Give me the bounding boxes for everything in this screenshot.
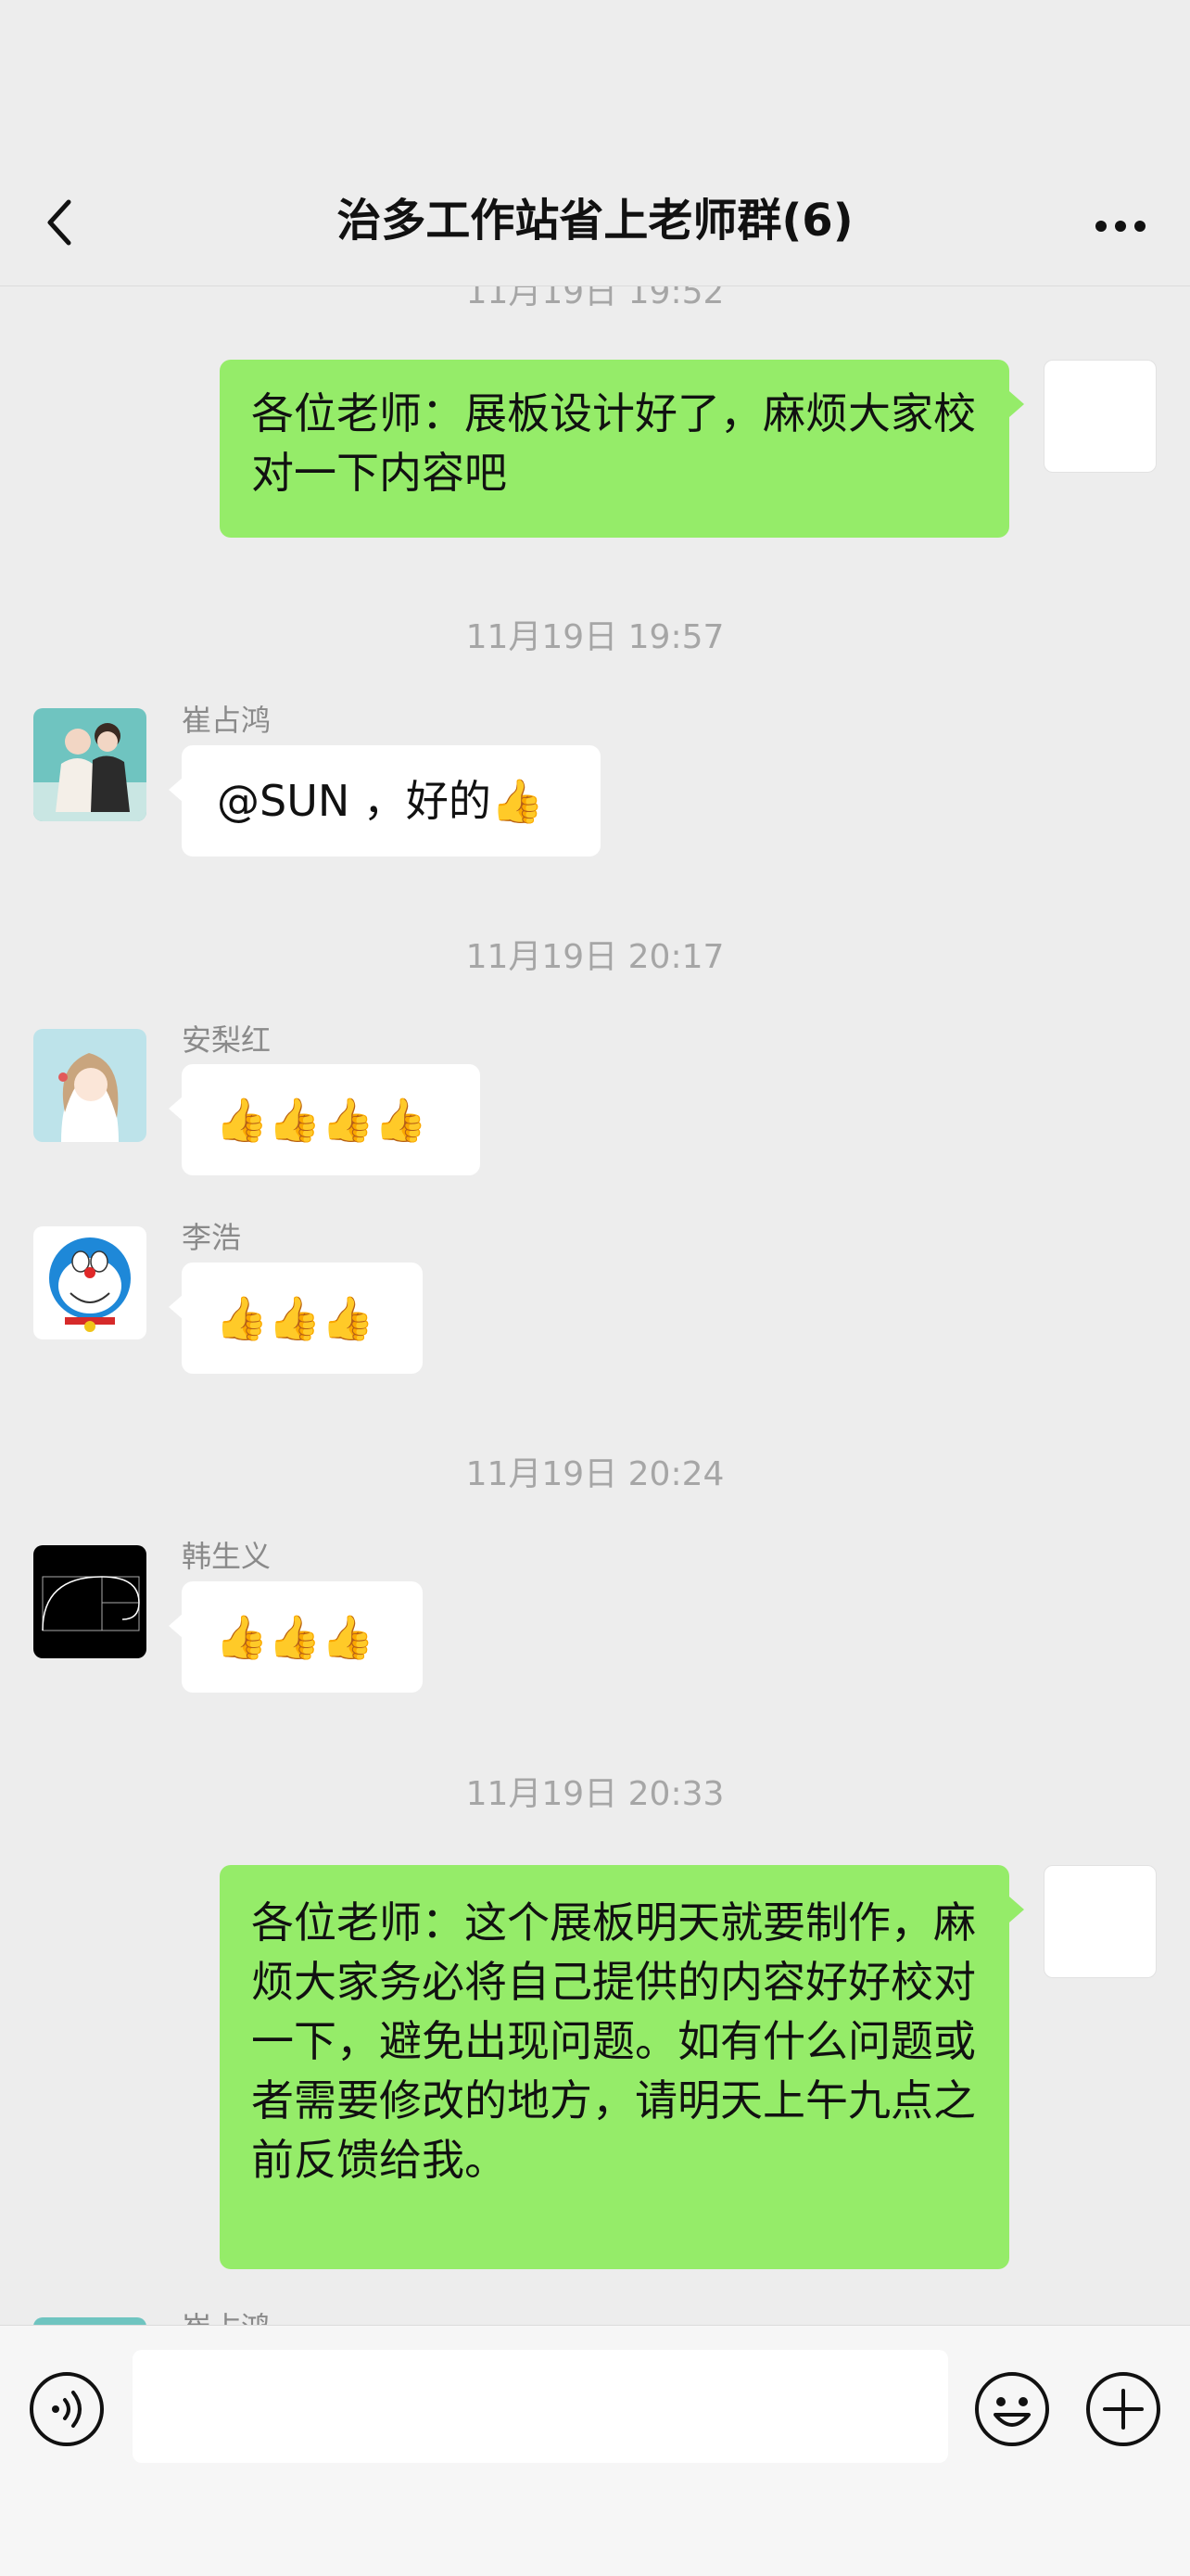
input-bar [0,2325,1190,2576]
timestamp: 11月19日 19:57 [465,618,725,656]
message-input[interactable] [133,2350,948,2463]
plus-icon[interactable] [1084,2370,1162,2448]
message-bubble[interactable]: 👍👍👍👍 [169,1064,480,1175]
message-bubble[interactable]: 各位老师：展板设计好了，麻烦大家校对一下内容吧 [220,360,1024,538]
avatar[interactable] [33,708,146,821]
message-bubble[interactable]: 各位老师：这个展板明天就要制作，麻烦大家务必将自己提供的内容好好校对一下，避免出… [220,1865,1024,2269]
avatar[interactable] [33,1029,146,1142]
avatar[interactable] [33,2317,146,2325]
timestamp: 11月19日 20:33 [465,1775,725,1813]
chat-area[interactable]: 11月19日 19:52 各位老师：展板设计好了，麻烦大家校对一下内容吧 11月… [0,0,1190,2325]
message-bubble[interactable]: @SUN ，好的👍 [169,745,601,857]
avatar[interactable] [33,1226,146,1339]
avatar[interactable] [1044,1865,1157,1978]
voice-icon[interactable] [28,2370,106,2448]
sender-name: 崔占鸿 [182,2304,271,2325]
emoji-icon[interactable] [973,2370,1051,2448]
message-bubble[interactable]: 👍👍👍 [169,1581,423,1693]
sender-name: 安梨红 [182,1022,272,1058]
chat-title: 治多工作站省上老师群(6) [336,195,854,247]
avatar[interactable] [1044,360,1157,473]
more-icon[interactable] [1088,197,1153,252]
message-bubble[interactable]: 👍👍👍 [169,1263,423,1374]
timestamp: 11月19日 20:24 [465,1455,725,1493]
timestamp: 11月19日 20:17 [465,938,725,976]
sender-name: 崔占鸿 [182,703,272,738]
avatar[interactable] [33,1545,146,1658]
sender-name: 韩生义 [182,1539,272,1574]
sender-name: 李浩 [182,1220,242,1255]
navigation-bar: 治多工作站省上老师群(6) [0,0,1190,286]
